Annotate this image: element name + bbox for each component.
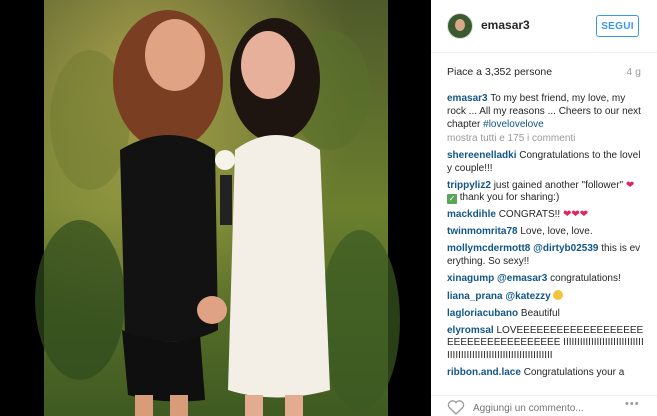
comment: shereenelladki Congratulations to the lo… [447,150,644,175]
heart-emoji-icon: ❤❤❤ [562,209,589,220]
comment: elyromsal LOVEEEEEEEEEEEEEEEEEEEEEEEEEEE… [447,325,644,363]
emoji-icon: ✓ [447,194,457,204]
comment-username[interactable]: liana_prana [447,291,503,302]
laughing-emoji-icon [553,289,564,300]
comment: mollymcdermott8 @dirtyb02539 this is eve… [447,243,644,268]
comment-text: congratulations! [550,272,621,284]
comment-username[interactable]: lagloriacubano [447,308,518,319]
comment-mention[interactable]: @katezzy [505,291,550,302]
comment: lagloriacubano Beautiful [447,308,644,321]
comment: xinagump @emasar3 congratulations! [447,273,644,286]
post-header: emasar3 SEGUI [431,0,657,53]
post-photo[interactable] [0,0,431,416]
comment-username[interactable]: ribbon.and.lace [447,367,521,378]
comment-username[interactable]: elyromsal [447,325,494,336]
comment: ribbon.and.lace Congratulations your a [447,367,644,380]
show-all-comments-link[interactable]: mostra tutti e 175 i commenti [447,133,575,144]
comment-text: CONGRATS!! [498,209,561,220]
comment-username[interactable]: mackdihle [447,209,496,220]
comment: twinmomrita78 Love, love, love. [447,226,644,239]
ellipsis-icon[interactable]: ••• [625,398,640,410]
comment-mention[interactable]: @dirtyb02539 [533,243,598,254]
comment-text: just gained another "follower" [493,179,624,191]
follow-button[interactable]: SEGUI [596,15,639,37]
comment-text: Love, love, love. [520,226,593,237]
caption-username[interactable]: emasar3 [447,93,488,104]
comment-mention[interactable]: @emasar3 [497,273,547,284]
avatar[interactable] [447,13,473,39]
comment-username[interactable]: mollymcdermott8 [447,243,530,254]
post-age: 4 g [626,66,641,78]
comment-input[interactable] [473,401,613,415]
heart-icon[interactable] [447,400,465,415]
post-caption: emasar3 To my best friend, my love, my r… [447,92,641,131]
comment-username[interactable]: trippyliz2 [447,180,491,191]
likes-count[interactable]: Piace a 3,352 persone [447,66,552,78]
comment-username[interactable]: twinmomrita78 [447,226,518,237]
comment-footer: ••• [431,395,657,416]
comment-list: shereenelladki Congratulations to the lo… [447,150,644,384]
comment: trippyliz2 just gained another "follower… [447,180,644,205]
caption-hashtag[interactable]: #lovelovelove [483,119,544,130]
heart-emoji-icon: ❤ [625,179,635,191]
comment: mackdihle CONGRATS!! ❤❤❤ [447,209,644,222]
comment-text: Congratulations your a [523,366,625,378]
post-side-panel: emasar3 SEGUI Piace a 3,352 persone 4 g … [431,0,657,416]
author-username[interactable]: emasar3 [481,18,530,32]
likes-row: Piace a 3,352 persone 4 g [447,66,641,80]
comment-text: Beautiful [520,307,560,319]
couple-photo [35,0,400,416]
comment-username[interactable]: xinagump [447,273,494,284]
comment-text-continued: thank you for sharing:) [459,192,560,203]
comment-username[interactable]: shereenelladki [447,150,516,161]
comment: liana_prana @katezzy [447,289,644,304]
